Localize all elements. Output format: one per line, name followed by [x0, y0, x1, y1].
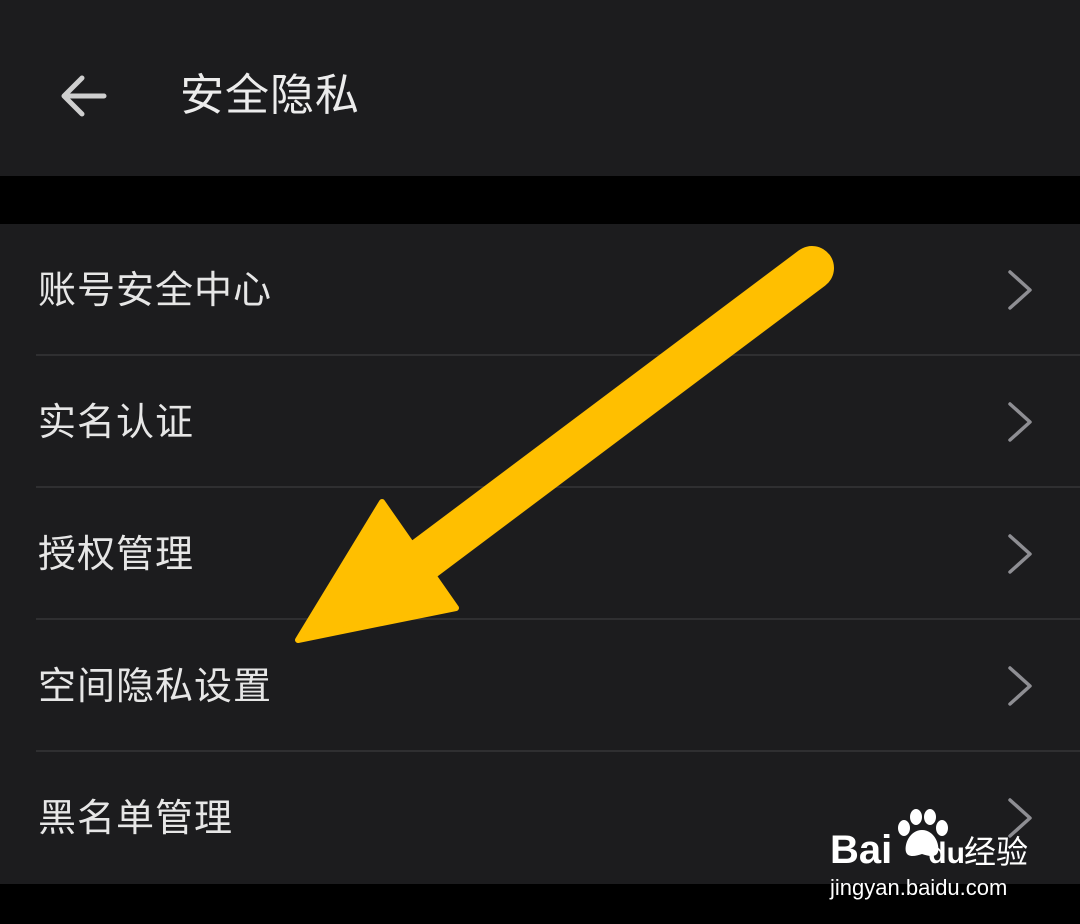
settings-item-label: 账号安全中心 — [38, 268, 273, 312]
chevron-right-icon — [1008, 270, 1032, 310]
settings-item-label: 黑名单管理 — [38, 796, 234, 840]
chevron-right-icon — [1008, 666, 1032, 706]
chevron-right-icon — [1008, 402, 1032, 442]
settings-item-real-name-verification[interactable]: 实名认证 — [0, 356, 1080, 488]
arrow-left-icon — [61, 75, 107, 117]
watermark-url: jingyan.baidu.com — [830, 875, 1008, 900]
settings-item-label: 授权管理 — [38, 532, 195, 576]
page-title: 安全隐私 — [180, 70, 360, 121]
settings-item-authorization-management[interactable]: 授权管理 — [0, 488, 1080, 620]
settings-item-label: 实名认证 — [38, 400, 195, 444]
watermark-logo: Bai du — [830, 828, 965, 872]
chevron-right-icon — [1008, 534, 1032, 574]
baidu-jingyan-watermark: Bai du 经验 jingyan.baidu.com — [826, 806, 1032, 906]
back-button[interactable] — [44, 56, 124, 136]
watermark-product: 经验 — [964, 833, 1029, 871]
settings-item-label: 空间隐私设置 — [38, 664, 273, 708]
settings-list: 账号安全中心 实名认证 授权管理 空间隐私设置 黑名单管理 — [0, 224, 1080, 884]
screen: 安全隐私 账号安全中心 实名认证 授权管理 空间隐私设置 黑名单管理 Bai d… — [0, 0, 1080, 924]
settings-item-account-security-center[interactable]: 账号安全中心 — [0, 224, 1080, 356]
app-header: 安全隐私 — [0, 0, 1080, 176]
settings-item-space-privacy-settings[interactable]: 空间隐私设置 — [0, 620, 1080, 752]
